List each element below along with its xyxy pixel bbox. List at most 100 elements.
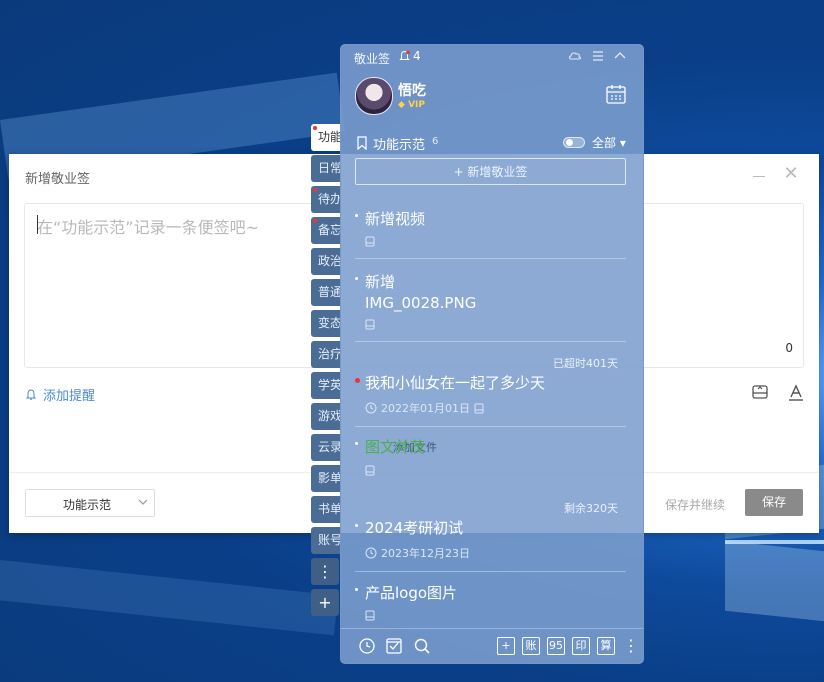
text-cursor bbox=[37, 215, 38, 234]
note-text: 新增视频 bbox=[365, 210, 426, 228]
collapse-icon[interactable] bbox=[613, 49, 627, 63]
note-text-line: 新增 bbox=[365, 273, 396, 291]
more-icon[interactable]: ⋮ bbox=[623, 636, 639, 655]
save-button[interactable]: 保存 bbox=[745, 489, 803, 516]
view-toggle[interactable] bbox=[563, 137, 585, 148]
count-button[interactable]: 95 bbox=[547, 637, 565, 655]
save-and-continue-button[interactable]: 保存并继续 bbox=[665, 496, 725, 513]
bookmark-icon bbox=[357, 136, 367, 150]
editor-placeholder: 在“功能示范”记录一条便签吧~ bbox=[37, 218, 259, 237]
tab-category-0[interactable]: 功能 bbox=[311, 124, 341, 151]
user-avatar[interactable] bbox=[355, 77, 393, 115]
filter-label: 全部 bbox=[592, 136, 617, 150]
notification-button[interactable]: 4 bbox=[398, 49, 421, 63]
cloud-sync-icon[interactable] bbox=[568, 49, 582, 63]
note-item[interactable]: 新增视频 bbox=[355, 209, 626, 259]
clock-icon bbox=[365, 402, 377, 414]
tab-category-3[interactable]: 备忘 bbox=[311, 217, 341, 244]
note-text-line: IMG_0028.PNG bbox=[365, 294, 477, 312]
minimize-button[interactable] bbox=[751, 168, 767, 184]
category-select[interactable]: 功能示范 bbox=[25, 489, 155, 517]
note-text: 产品logo图片 bbox=[365, 584, 458, 602]
print-button[interactable]: 印 bbox=[572, 637, 590, 655]
history-icon[interactable] bbox=[358, 637, 376, 655]
bell-icon bbox=[399, 50, 410, 60]
close-button[interactable]: ✕ bbox=[783, 165, 799, 183]
add-button[interactable]: + bbox=[497, 637, 515, 655]
note-status: 剩余320天 bbox=[564, 502, 618, 515]
note-text: 新增 IMG_0028.PNG bbox=[365, 272, 476, 314]
tab-category-10[interactable]: 云录 bbox=[311, 434, 341, 461]
note-bullet bbox=[355, 378, 360, 383]
tab-label: 功能 bbox=[318, 130, 341, 144]
tab-label: 待办 bbox=[318, 192, 341, 206]
note-date: 2022年01月01日 bbox=[381, 402, 470, 415]
note-meta: 2023年12月23日 bbox=[365, 545, 470, 561]
note-meta bbox=[365, 465, 375, 476]
calculator-button[interactable]: 算 bbox=[597, 637, 615, 655]
note-bullet bbox=[355, 524, 358, 527]
tab-label: 治疗 bbox=[318, 347, 341, 361]
attachment-icon bbox=[365, 319, 375, 330]
note-text: 我和小仙女在一起了多少天 bbox=[365, 374, 546, 392]
note-item[interactable]: 添加文件 图文并茂 bbox=[355, 437, 626, 493]
tab-category-1[interactable]: 日常 bbox=[311, 155, 341, 182]
note-date: 2023年12月23日 bbox=[381, 547, 470, 560]
tab-label: 影单 bbox=[318, 471, 341, 485]
note-item[interactable]: 已超时401天 我和小仙女在一起了多少天 2022年01月01日 bbox=[355, 353, 626, 427]
tab-category-7[interactable]: 治疗 bbox=[311, 341, 341, 368]
note-item[interactable]: 新增 IMG_0028.PNG bbox=[355, 272, 626, 342]
calendar-icon[interactable] bbox=[605, 83, 627, 105]
search-icon[interactable] bbox=[413, 637, 431, 655]
tab-category-12[interactable]: 书单 bbox=[311, 496, 341, 523]
more-categories-button[interactable]: ⋮ bbox=[311, 558, 339, 585]
add-category-button[interactable]: + bbox=[311, 589, 339, 616]
note-divider bbox=[355, 426, 626, 427]
note-bullet bbox=[355, 442, 358, 445]
note-item[interactable]: 产品logo图片 bbox=[355, 583, 626, 623]
note-meta bbox=[365, 236, 375, 247]
ledger-button[interactable]: 账 bbox=[522, 637, 540, 655]
vip-badge: ◆ VIP bbox=[398, 100, 425, 110]
note-meta bbox=[365, 319, 375, 330]
tab-label: 书单 bbox=[318, 502, 341, 516]
tab-category-6[interactable]: 变态 bbox=[311, 310, 341, 337]
note-divider bbox=[355, 341, 626, 342]
add-reminder-button[interactable]: 添加提醒 bbox=[25, 385, 95, 404]
tab-category-2[interactable]: 待办 bbox=[311, 186, 341, 213]
chevron-down-icon bbox=[138, 499, 148, 505]
attachment-icon bbox=[365, 610, 375, 621]
clock-icon bbox=[365, 547, 377, 559]
filter-dropdown[interactable]: 全部 ▾ bbox=[592, 134, 626, 151]
unread-dot bbox=[313, 126, 317, 130]
tab-category-8[interactable]: 学英 bbox=[311, 372, 341, 399]
attachment-icon bbox=[474, 403, 484, 413]
char-count: 0 bbox=[785, 341, 793, 355]
tab-category-9[interactable]: 游戏 bbox=[311, 403, 341, 430]
font-format-icon[interactable] bbox=[787, 383, 805, 401]
tab-category-11[interactable]: 影单 bbox=[311, 465, 341, 492]
tab-label: 普通 bbox=[318, 285, 341, 299]
unread-dot bbox=[313, 219, 317, 223]
category-select-value: 功能示范 bbox=[63, 498, 112, 512]
tab-label: 政治 bbox=[318, 254, 341, 268]
tab-category-13[interactable]: 账号 bbox=[311, 527, 341, 554]
attachment-icon bbox=[365, 465, 375, 476]
menu-icon[interactable] bbox=[591, 49, 605, 63]
attachment-icon[interactable] bbox=[751, 383, 769, 401]
checklist-icon[interactable] bbox=[385, 637, 403, 655]
notification-count: 4 bbox=[413, 49, 421, 63]
sticky-note-panel: 敬业签 4 悟吃 ◆ VIP 功能示范 6 全部 ▾ + 新增敬业签 新增视频 bbox=[340, 44, 644, 664]
note-text: 2024考研初试 bbox=[365, 519, 464, 537]
note-divider bbox=[355, 571, 626, 572]
tab-category-4[interactable]: 政治 bbox=[311, 248, 341, 275]
note-meta bbox=[365, 610, 375, 621]
tab-label: 账号 bbox=[318, 533, 341, 547]
add-note-button[interactable]: + 新增敬业签 bbox=[355, 158, 626, 185]
tab-label: 日常 bbox=[318, 161, 341, 175]
bell-icon bbox=[25, 388, 37, 400]
bottom-toolbar: + 账 95 印 算 ⋮ bbox=[341, 628, 643, 663]
tab-category-5[interactable]: 普通 bbox=[311, 279, 341, 306]
note-item[interactable]: 剩余320天 2024考研初试 2023年12月23日 bbox=[355, 498, 626, 572]
unread-dot bbox=[313, 188, 317, 192]
